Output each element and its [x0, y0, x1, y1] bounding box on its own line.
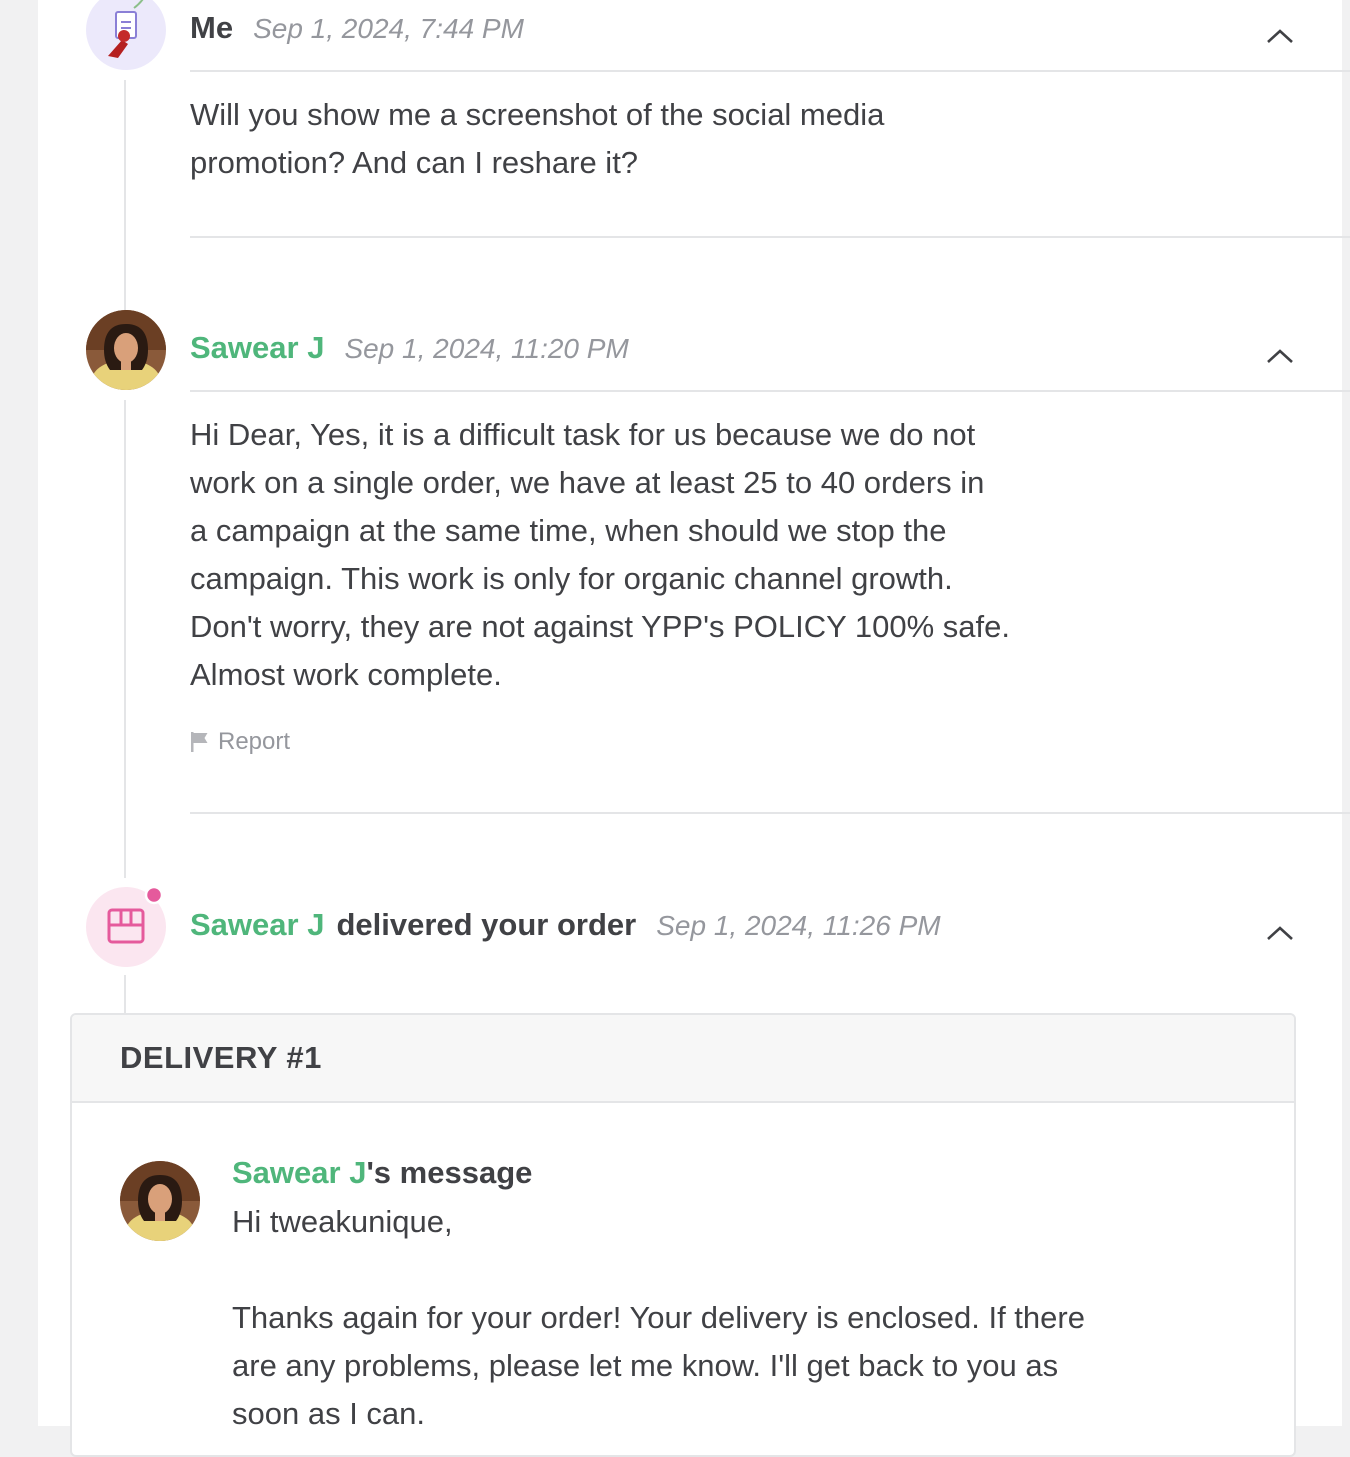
message-line: work on a single order, we have at least… — [190, 465, 985, 500]
delivery-card: DELIVERY #1 Sawear J's message Hi tweaku… — [70, 1013, 1296, 1457]
divider — [190, 70, 1350, 72]
message-timestamp: Sep 1, 2024, 7:44 PM — [253, 13, 524, 44]
message-header: Sawear J Sep 1, 2024, 11:20 PM — [190, 330, 629, 366]
collapse-chevron-icon[interactable] — [1262, 24, 1298, 48]
message-line: Hi Dear, Yes, it is a difficult task for… — [190, 417, 976, 452]
collapse-chevron-icon[interactable] — [1262, 921, 1298, 945]
message-timestamp: Sep 1, 2024, 11:20 PM — [344, 333, 629, 364]
message-header: Me Sep 1, 2024, 7:44 PM — [190, 10, 524, 46]
message-text: Hi Dear, Yes, it is a difficult task for… — [190, 411, 1110, 699]
divider — [190, 390, 1350, 392]
message-line: soon as I can. — [232, 1396, 426, 1431]
divider — [190, 236, 1350, 238]
greeting-line: Hi tweakunique, — [232, 1204, 453, 1239]
flag-icon — [191, 732, 208, 752]
package-icon — [86, 885, 166, 967]
seller-avatar — [120, 1161, 200, 1241]
delivery-message-title: Sawear J's message — [232, 1155, 532, 1191]
message-line: Don't worry, they are not against YPP's … — [190, 609, 1010, 644]
delivery-message-text: Hi tweakunique, Thanks again for your or… — [232, 1198, 1212, 1438]
seller-name[interactable]: Sawear J — [190, 907, 324, 943]
message-line: a campaign at the same time, when should… — [190, 513, 947, 548]
event-timestamp: Sep 1, 2024, 11:26 PM — [656, 910, 941, 941]
timeline-line — [124, 80, 126, 312]
report-label: Report — [218, 728, 291, 755]
delivery-heading: DELIVERY #1 — [72, 1015, 1294, 1103]
timeline-line — [124, 975, 126, 1015]
report-button[interactable]: Report — [190, 728, 290, 756]
message-title-suffix: 's message — [366, 1155, 533, 1190]
divider — [190, 812, 1350, 814]
timeline-line — [124, 400, 126, 878]
collapse-chevron-icon[interactable] — [1262, 344, 1298, 368]
message-line: are any problems, please let me know. I'… — [232, 1348, 1059, 1383]
sender-name[interactable]: Sawear J — [190, 330, 324, 366]
message-text: Will you show me a screenshot of the soc… — [190, 97, 885, 180]
event-action: delivered your order — [336, 907, 637, 942]
sender-name: Me — [190, 10, 234, 45]
delivery-event-header: Sawear J delivered your order Sep 1, 202… — [190, 907, 941, 943]
seller-avatar — [86, 310, 166, 390]
message-line: campaign. This work is only for organic … — [190, 561, 953, 596]
delivery-event-icon-wrap — [86, 885, 166, 967]
message-line: Thanks again for your order! Your delive… — [232, 1300, 1085, 1335]
seller-name[interactable]: Sawear J — [232, 1155, 366, 1190]
message-line: Almost work complete. — [190, 657, 502, 692]
